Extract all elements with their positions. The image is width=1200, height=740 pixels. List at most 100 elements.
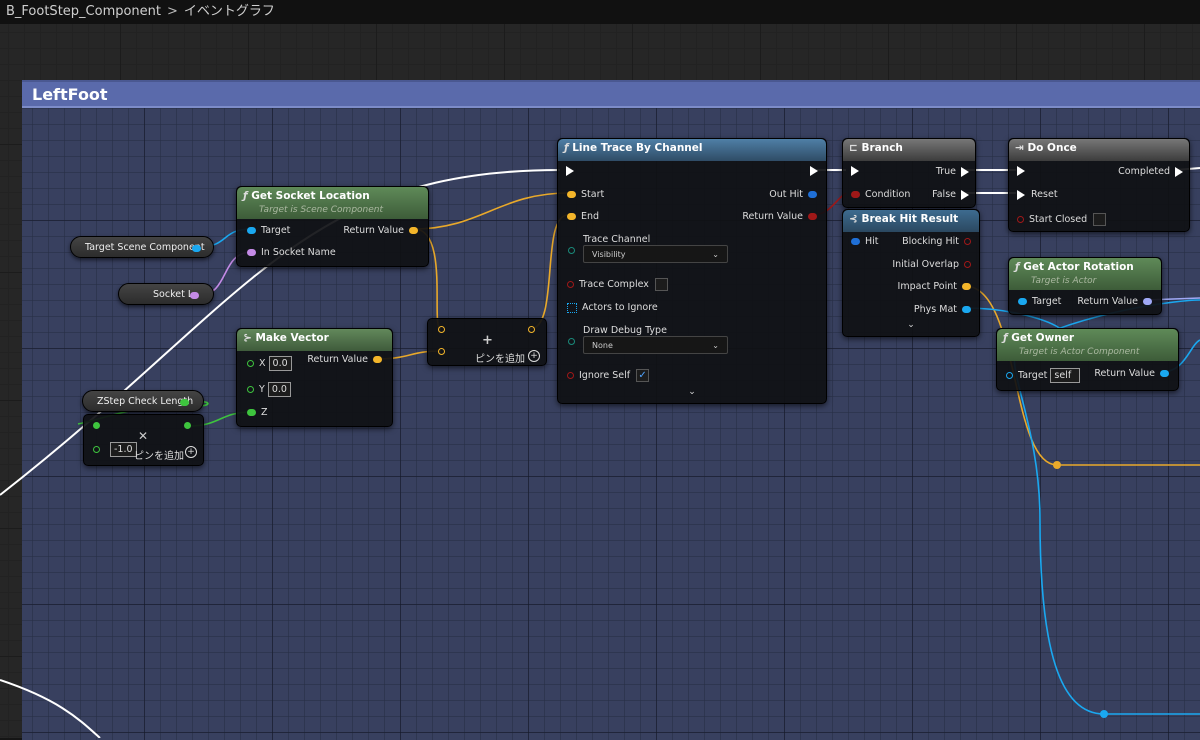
target-scene-component-getter[interactable]: Target Scene Component <box>70 236 214 258</box>
add-pin-icon[interactable]: + <box>185 446 197 458</box>
vector-in-pin[interactable] <box>438 326 445 333</box>
float-pin[interactable] <box>180 399 189 406</box>
reset-pin-row[interactable]: Reset <box>1017 189 1058 200</box>
exec-out-pin[interactable] <box>810 166 818 176</box>
trace-complex-checkbox[interactable] <box>654 278 668 291</box>
float-out-pin[interactable] <box>184 422 191 429</box>
value-field[interactable]: -1.0 <box>110 442 137 457</box>
exec-in-pin[interactable] <box>851 166 859 176</box>
draw-debug-pin[interactable] <box>568 338 575 345</box>
initial-overlap-row[interactable]: Initial Overlap <box>892 259 971 270</box>
bool-pin[interactable] <box>808 213 817 220</box>
exec-in-pin[interactable] <box>1017 166 1025 176</box>
wire-reroute[interactable] <box>1053 461 1061 469</box>
get-actor-rotation-node[interactable]: ƒ Get Actor Rotation Target is Actor Tar… <box>1008 257 1162 315</box>
target-pin-row[interactable]: Target self <box>1006 368 1081 383</box>
struct-pin[interactable] <box>808 191 817 198</box>
true-pin-row[interactable]: True <box>936 166 969 177</box>
target-pin-row[interactable]: Target <box>1018 296 1061 307</box>
exec-in-pin[interactable] <box>566 166 574 176</box>
ignore-self-row[interactable]: Ignore Self ✓ <box>567 369 650 382</box>
y-pin-row[interactable]: Y 0.0 <box>247 382 291 397</box>
rotator-pin[interactable] <box>1143 298 1152 305</box>
object-pin[interactable] <box>1006 372 1013 379</box>
object-pin[interactable] <box>962 306 971 313</box>
x-pin-row[interactable]: X 0.0 <box>247 356 292 371</box>
return-value-row[interactable]: Return Value <box>1094 368 1169 379</box>
object-pin[interactable] <box>1018 298 1027 305</box>
ignore-self-checkbox[interactable]: ✓ <box>636 369 650 382</box>
vector-pin[interactable] <box>567 191 576 198</box>
in-socket-name-row[interactable]: In Socket Name <box>247 247 336 258</box>
node-header[interactable]: ƒ Get Owner Target is Actor Component <box>997 329 1178 361</box>
exec-in-pin[interactable] <box>1017 189 1025 200</box>
node-header[interactable]: ⊏ Branch <box>843 139 975 161</box>
return-value-row[interactable]: Return Value <box>307 354 382 365</box>
y-value-field[interactable]: 0.0 <box>267 382 291 397</box>
float-in-pin[interactable] <box>93 422 100 429</box>
trace-channel-dropdown[interactable]: Visibility ⌄ <box>583 245 728 263</box>
name-pin[interactable] <box>190 292 199 299</box>
multiply-node[interactable]: ✕ -1.0 ピンを追加 + <box>83 414 204 466</box>
completed-pin-row[interactable]: Completed <box>1118 166 1183 177</box>
return-value-row[interactable]: Return Value <box>343 225 418 236</box>
bool-pin[interactable] <box>964 261 971 268</box>
float-pin[interactable] <box>247 360 254 367</box>
float-pin[interactable] <box>247 386 254 393</box>
add-pin-label[interactable]: ピンを追加 <box>134 447 184 462</box>
actors-to-ignore-row[interactable]: Actors to Ignore <box>567 302 658 313</box>
float-in-pin[interactable] <box>93 446 100 453</box>
do-once-node[interactable]: ⇥ Do Once Reset Start Closed Completed <box>1008 138 1190 232</box>
bool-pin[interactable] <box>1017 216 1024 223</box>
hit-pin-row[interactable]: Hit <box>851 236 879 247</box>
struct-pin[interactable] <box>851 238 860 245</box>
break-hit-result-node[interactable]: ⊰ Break Hit Result Hit Blocking Hit Init… <box>842 209 980 337</box>
bool-pin[interactable] <box>851 191 860 198</box>
end-pin-row[interactable]: End <box>567 211 599 222</box>
get-owner-node[interactable]: ƒ Get Owner Target is Actor Component Ta… <box>996 328 1179 391</box>
trace-complex-row[interactable]: Trace Complex <box>567 278 668 291</box>
start-closed-row[interactable]: Start Closed <box>1017 213 1107 226</box>
start-pin-row[interactable]: Start <box>567 189 604 200</box>
add-pin-label[interactable]: ピンを追加 <box>475 350 525 365</box>
object-pin[interactable] <box>247 227 256 234</box>
target-self-field[interactable]: self <box>1050 368 1081 383</box>
return-value-row[interactable]: Return Value <box>742 211 817 222</box>
vector-pin[interactable] <box>567 213 576 220</box>
make-vector-node[interactable]: ⊱ Make Vector X 0.0 Y 0.0 Z Return Value <box>236 328 393 427</box>
blocking-hit-row[interactable]: Blocking Hit <box>902 236 971 247</box>
condition-pin-row[interactable]: Condition <box>851 189 910 200</box>
bool-pin[interactable] <box>964 238 971 245</box>
name-pin[interactable] <box>247 249 256 256</box>
vector-pin[interactable] <box>373 356 382 363</box>
add-pin-icon[interactable]: + <box>528 350 540 362</box>
false-pin-row[interactable]: False <box>932 189 969 200</box>
return-value-row[interactable]: Return Value <box>1077 296 1152 307</box>
target-pin-row[interactable]: Target <box>247 225 290 236</box>
socket-l-getter[interactable]: Socket L <box>118 283 214 305</box>
branch-node[interactable]: ⊏ Branch Condition True False <box>842 138 976 208</box>
vector-in-pin[interactable] <box>438 348 445 355</box>
exec-out-pin[interactable] <box>961 189 969 200</box>
bool-pin[interactable] <box>567 281 574 288</box>
phys-mat-row[interactable]: Phys Mat <box>914 304 971 315</box>
x-value-field[interactable]: 0.0 <box>268 356 292 371</box>
exec-out-pin[interactable] <box>1175 166 1183 177</box>
exec-out-pin[interactable] <box>961 166 969 177</box>
start-closed-checkbox[interactable] <box>1093 213 1107 226</box>
node-header[interactable]: ⊱ Make Vector <box>237 329 392 351</box>
close-icon[interactable]: ✕ <box>138 429 148 443</box>
vector-out-pin[interactable] <box>528 326 535 333</box>
z-pin-row[interactable]: Z <box>247 407 268 418</box>
draw-debug-dropdown[interactable]: None ⌄ <box>583 336 728 354</box>
line-trace-by-channel-node[interactable]: ƒ Line Trace By Channel Start End Trace … <box>557 138 827 404</box>
node-header[interactable]: ƒ Get Actor Rotation Target is Actor <box>1009 258 1161 290</box>
impact-point-row[interactable]: Impact Point <box>898 281 971 292</box>
expand-chevron-icon[interactable]: ⌄ <box>843 320 979 330</box>
bool-pin[interactable] <box>567 372 574 379</box>
node-header[interactable]: ⇥ Do Once <box>1009 139 1189 161</box>
trace-channel-pin[interactable] <box>568 247 575 254</box>
node-header[interactable]: ⊰ Break Hit Result <box>843 210 979 232</box>
expand-chevron-icon[interactable]: ⌄ <box>558 387 826 397</box>
zstep-check-length-getter[interactable]: ZStep Check Length <box>82 390 204 412</box>
